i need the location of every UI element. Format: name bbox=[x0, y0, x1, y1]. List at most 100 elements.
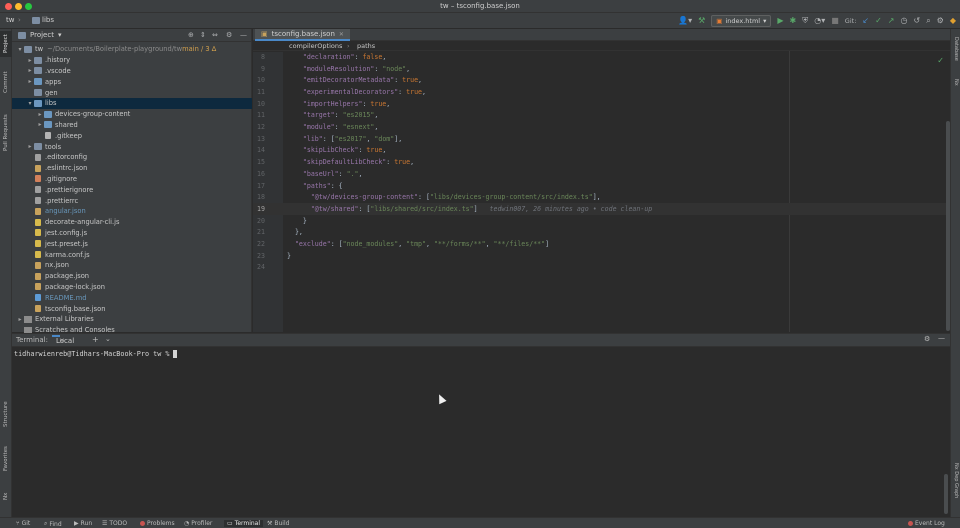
tab-commit[interactable]: Commit bbox=[0, 69, 12, 95]
gear-icon[interactable]: ⚙ bbox=[226, 31, 232, 39]
chevron-right-icon[interactable]: ▸ bbox=[26, 57, 34, 64]
tree-item[interactable]: jest.preset.js bbox=[12, 238, 252, 249]
chevron-right-icon[interactable]: ▸ bbox=[26, 143, 34, 150]
tree-item[interactable]: .gitignore bbox=[12, 174, 252, 185]
tab-tsconfig-base-json[interactable]: ▣ tsconfig.base.json ✕ bbox=[255, 29, 350, 41]
code-line[interactable]: 10 "importHelpers": true, bbox=[253, 98, 950, 110]
code-line[interactable]: 11 "experimentalDecorators": true, bbox=[253, 86, 950, 98]
code-line[interactable]: 20 } bbox=[253, 215, 950, 227]
gear-icon[interactable]: ⚙ bbox=[937, 14, 944, 28]
tree-item[interactable]: ▸ shared bbox=[12, 120, 252, 131]
tab-pull-requests[interactable]: Pull Requests bbox=[0, 111, 12, 155]
nx-console-icon[interactable]: ◆ bbox=[950, 14, 956, 28]
minimize-panel-icon[interactable]: — bbox=[938, 334, 945, 342]
status-terminal[interactable]: ▭ Terminal bbox=[224, 520, 264, 527]
status-run[interactable]: ▶ Run bbox=[74, 520, 92, 527]
tab-database[interactable]: Database bbox=[951, 33, 960, 65]
terminal-tab-local[interactable]: Local ✕ bbox=[52, 335, 74, 345]
tree-item[interactable]: ▸ .history bbox=[12, 55, 252, 66]
tree-item[interactable]: jest.config.js bbox=[12, 228, 252, 239]
chevron-right-icon[interactable]: ▸ bbox=[36, 111, 44, 118]
expand-all-icon[interactable]: ⇕ bbox=[200, 31, 206, 39]
chevron-down-icon[interactable]: ▾ bbox=[58, 31, 62, 39]
tree-item[interactable]: .editorconfig bbox=[12, 152, 252, 163]
minimize-panel-icon[interactable]: — bbox=[240, 31, 247, 39]
code-line[interactable]: 10 "emitDecoratorMetadata": true, bbox=[253, 74, 950, 86]
coverage-icon[interactable]: ⛨ bbox=[802, 14, 808, 28]
tree-item[interactable]: ▸ apps bbox=[12, 76, 252, 87]
code-line[interactable]: 8 "declaration": false, bbox=[253, 51, 950, 63]
code-line[interactable]: 15 "skipDefaultLibCheck": true, bbox=[253, 156, 950, 168]
history-icon[interactable]: ◷ bbox=[901, 14, 908, 28]
code-line[interactable]: 21 }, bbox=[253, 227, 950, 239]
breadcrumb-project[interactable]: tw bbox=[6, 16, 14, 24]
close-icon[interactable]: ✕ bbox=[339, 31, 344, 38]
code-line[interactable]: 17 "paths": { bbox=[253, 180, 950, 192]
tree-item[interactable]: gen bbox=[12, 87, 252, 98]
code-line[interactable]: 23} bbox=[253, 250, 950, 262]
run-icon[interactable]: ▶ bbox=[777, 14, 783, 28]
editor-scrollbar[interactable] bbox=[946, 121, 950, 331]
tree-item[interactable]: README.md bbox=[12, 292, 252, 303]
tree-item[interactable]: ▸ tools bbox=[12, 141, 252, 152]
tree-item[interactable]: karma.conf.js bbox=[12, 249, 252, 260]
tree-item[interactable]: tsconfig.base.json bbox=[12, 303, 252, 314]
collapse-all-icon[interactable]: ⇔ bbox=[212, 31, 218, 39]
terminal-prompt-line[interactable]: tidharwienreb@Tidhars-MacBook-Pro tw % bbox=[14, 350, 177, 358]
status-profiler[interactable]: ◔ Profiler bbox=[184, 520, 212, 527]
breadcrumb-paths[interactable]: paths bbox=[357, 42, 375, 50]
git-push-icon[interactable]: ↗ bbox=[888, 14, 895, 28]
tab-structure[interactable]: Structure bbox=[0, 399, 12, 429]
code-line[interactable]: 22 "exclude": ["node_modules", "tmp", "*… bbox=[253, 238, 950, 250]
tab-nx-dep-graph[interactable]: Nx Dep Graph bbox=[951, 459, 960, 503]
tab-nx[interactable]: Nx bbox=[0, 489, 12, 503]
search-icon[interactable]: ⌕ bbox=[926, 14, 930, 28]
new-terminal-icon[interactable]: + bbox=[92, 335, 99, 344]
tab-favorites[interactable]: Favorites bbox=[0, 444, 12, 474]
code-line[interactable]: 11 "target": "es2015", bbox=[253, 110, 950, 122]
code-line[interactable]: 9 "moduleResolution": "node", bbox=[253, 63, 950, 75]
chevron-right-icon[interactable]: ▸ bbox=[26, 67, 34, 74]
code-line[interactable]: 18 "@tw/devices-group-content": ["libs/d… bbox=[253, 191, 950, 203]
tree-item[interactable]: .prettierignore bbox=[12, 184, 252, 195]
tree-item[interactable]: .gitkeep bbox=[12, 130, 252, 141]
status-todo[interactable]: ☰ TODO bbox=[102, 520, 127, 527]
status-find[interactable]: ⌕ Find bbox=[44, 520, 62, 528]
tree-item[interactable]: ▾ libs bbox=[12, 98, 252, 109]
code-line[interactable]: 14 "skipLibCheck": true, bbox=[253, 145, 950, 157]
chevron-down-icon[interactable]: ▾ bbox=[26, 100, 34, 107]
git-update-icon[interactable]: ↙ bbox=[862, 14, 869, 28]
project-view-select[interactable]: Project bbox=[30, 31, 54, 39]
tree-item[interactable]: .eslintrc.json bbox=[12, 163, 252, 174]
status-build[interactable]: ⚒ Build bbox=[267, 520, 289, 527]
tree-item[interactable]: package.json bbox=[12, 271, 252, 282]
status-problems[interactable]: Problems bbox=[140, 520, 175, 527]
run-configuration-select[interactable]: ▣ index.html ▾ bbox=[711, 15, 772, 27]
tab-nx-right[interactable]: Nx bbox=[951, 75, 960, 89]
rollback-icon[interactable]: ↺ bbox=[913, 14, 920, 28]
profile-icon[interactable]: ◔▾ bbox=[814, 14, 825, 28]
status-event-log[interactable]: Event Log bbox=[908, 520, 945, 527]
tree-item[interactable]: ▸ External Libraries bbox=[12, 314, 252, 325]
tree-item[interactable]: ▸ devices-group-content bbox=[12, 109, 252, 120]
tree-item[interactable]: .prettierrc bbox=[12, 195, 252, 206]
tree-item[interactable]: package-lock.json bbox=[12, 282, 252, 293]
tree-item[interactable]: nx.json bbox=[12, 260, 252, 271]
code-line[interactable]: 19 "@tw/shared": ["libs/shared/src/index… bbox=[253, 203, 950, 215]
chevron-down-icon[interactable]: ▾ bbox=[16, 46, 24, 53]
build-hammer-icon[interactable]: ⚒ bbox=[698, 14, 705, 28]
chevron-down-icon[interactable]: ⌄ bbox=[105, 335, 111, 343]
status-git[interactable]: ⑂ Git bbox=[16, 520, 30, 527]
gear-icon[interactable]: ⚙ bbox=[924, 335, 930, 343]
tree-item[interactable]: angular.json bbox=[12, 206, 252, 217]
code-line[interactable]: 13 "lib": ["es2017", "dom"], bbox=[253, 133, 950, 145]
stop-icon[interactable]: ■ bbox=[831, 14, 839, 28]
tree-item[interactable]: decorate-angular-cli.js bbox=[12, 217, 252, 228]
tree-item[interactable]: ▾ tw ~/Documents/Boilerplate-playground/tw… bbox=[12, 44, 252, 55]
terminal-scrollbar[interactable] bbox=[944, 474, 948, 514]
tree-item[interactable]: ▸ .vscode bbox=[12, 66, 252, 77]
chevron-right-icon[interactable]: ▸ bbox=[16, 316, 24, 323]
code-line[interactable]: 12 "module": "esnext", bbox=[253, 121, 950, 133]
git-commit-icon[interactable]: ✓ bbox=[875, 14, 882, 28]
close-icon[interactable]: ✕ bbox=[59, 337, 65, 345]
